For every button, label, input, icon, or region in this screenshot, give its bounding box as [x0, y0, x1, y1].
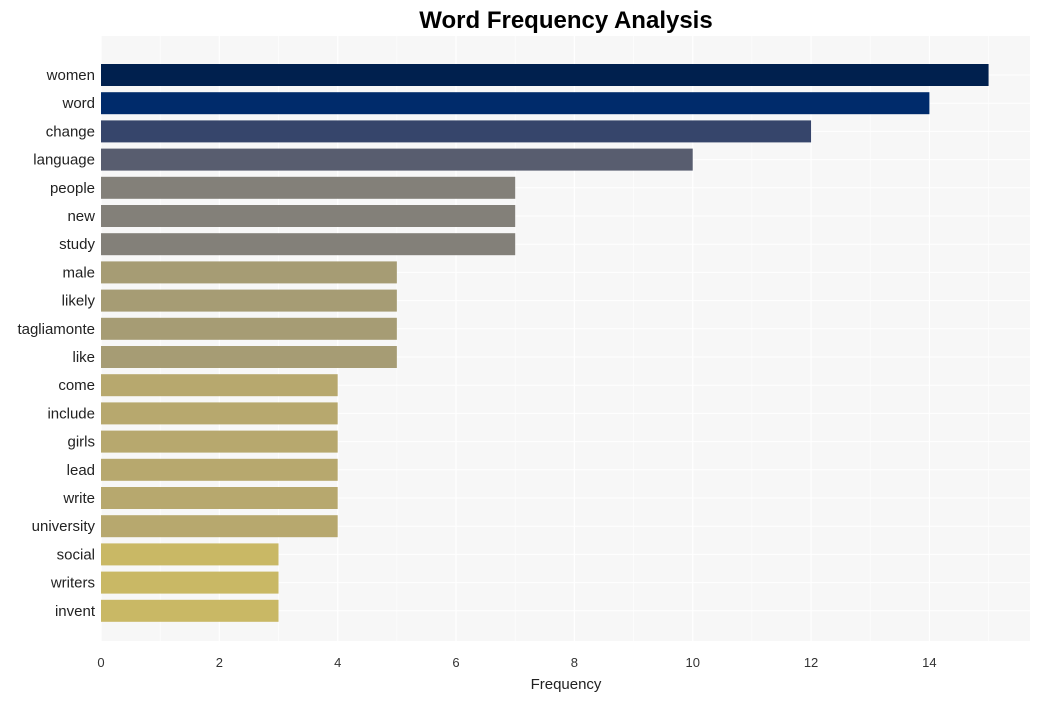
bar-university: [101, 515, 338, 538]
y-tick-label: include: [47, 405, 95, 422]
y-tick-label: invent: [55, 603, 96, 620]
y-tick-label: change: [46, 123, 95, 140]
y-tick-label: language: [33, 152, 95, 169]
bar-new: [101, 205, 516, 227]
y-tick-label: people: [50, 180, 95, 197]
y-tick-label: women: [46, 67, 95, 84]
bar-include: [101, 402, 338, 425]
bar-invent: [101, 599, 279, 622]
bar-study: [101, 233, 516, 256]
x-tick-labels: 0 2 4 6 8 10 12 14: [97, 655, 936, 670]
bar-word: [101, 92, 930, 115]
x-tick-label: 2: [216, 655, 223, 670]
x-tick-label: 14: [922, 655, 936, 670]
bar-lead: [101, 458, 338, 481]
y-tick-label: like: [72, 349, 95, 366]
bar-male: [101, 261, 397, 284]
y-tick-label: come: [58, 377, 95, 394]
bar-social: [101, 543, 279, 566]
x-tick-label: 4: [334, 655, 341, 670]
y-tick-label: new: [67, 208, 95, 225]
word-frequency-chart: women word change language people new study mal…: [17, 7, 1030, 693]
y-tick-label: girls: [67, 434, 95, 451]
y-tick-label: study: [59, 236, 95, 253]
y-tick-label: write: [62, 490, 95, 507]
x-tick-label: 12: [804, 655, 818, 670]
chart-title: Word Frequency Analysis: [419, 7, 712, 34]
y-tick-label: writers: [50, 575, 95, 592]
bar-like: [101, 346, 397, 368]
y-tick-label: tagliamonte: [17, 321, 95, 338]
y-tick-label: likely: [62, 293, 96, 310]
y-tick-label: word: [61, 95, 95, 112]
y-tick-label: university: [32, 518, 96, 535]
bar-language: [101, 148, 693, 171]
x-tick-label: 0: [97, 655, 104, 670]
bar-come: [101, 374, 338, 397]
x-tick-label: 10: [685, 655, 699, 670]
bar-likely: [101, 289, 397, 312]
bar-tagliamonte: [101, 317, 397, 340]
x-axis-label: Frequency: [531, 676, 602, 693]
x-tick-label: 8: [571, 655, 578, 670]
bar-people: [101, 176, 516, 199]
y-tick-labels: women word change language people new study mal…: [17, 67, 95, 620]
y-tick-label: lead: [67, 462, 95, 479]
y-tick-label: male: [62, 264, 95, 281]
bar-change: [101, 120, 812, 143]
bar-girls: [101, 430, 338, 453]
x-tick-label: 6: [452, 655, 459, 670]
bar-write: [101, 487, 338, 509]
bar-women: [101, 64, 989, 86]
bar-writers: [101, 571, 279, 594]
y-tick-label: social: [57, 546, 95, 563]
